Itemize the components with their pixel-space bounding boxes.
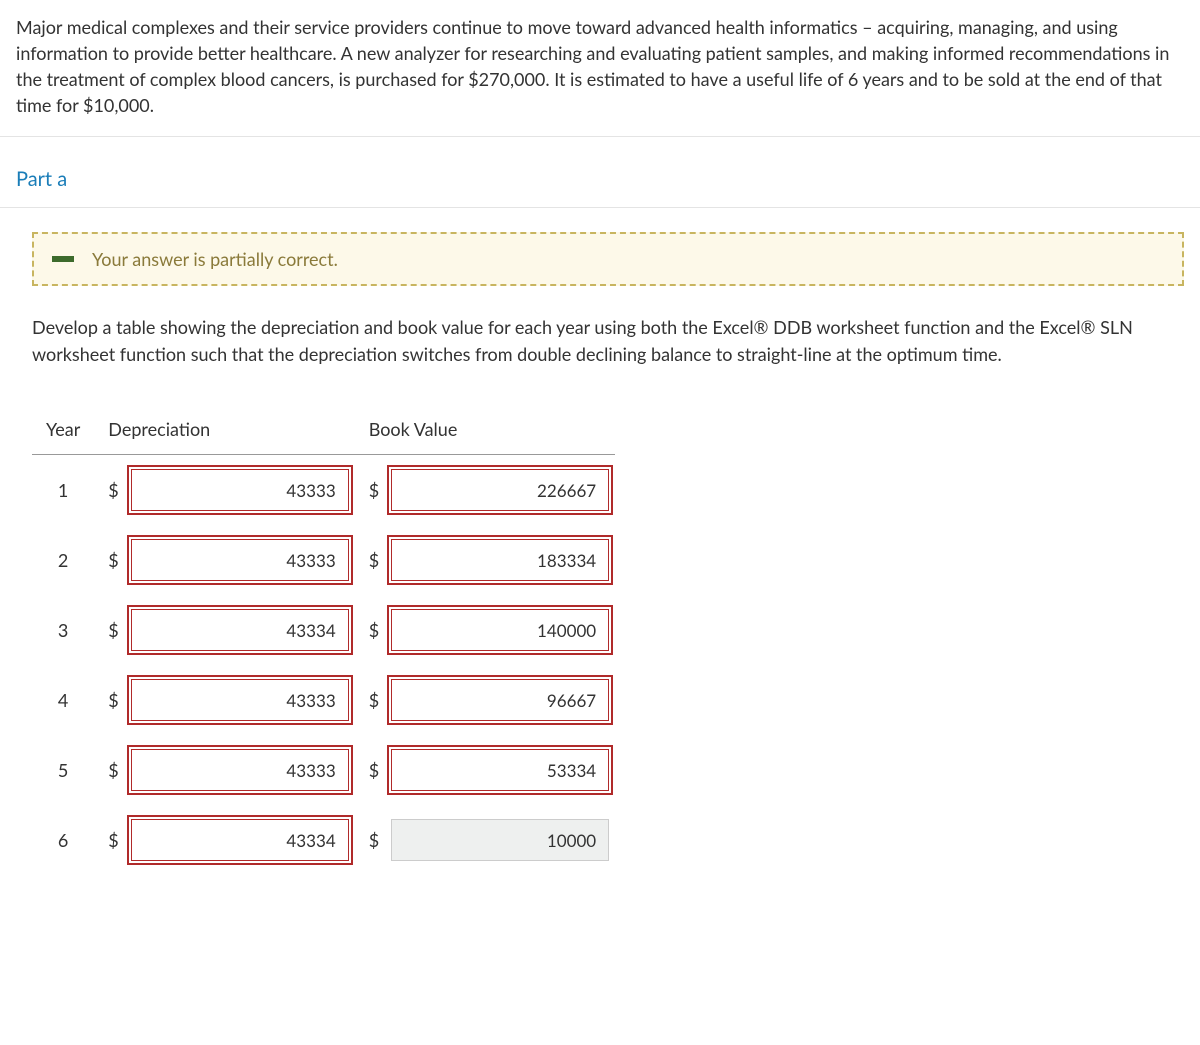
year-cell: 6 <box>32 805 94 875</box>
table-row: 6$$ <box>32 805 615 875</box>
year-cell: 3 <box>32 595 94 665</box>
currency-symbol: $ <box>94 455 124 526</box>
table-row: 3$$ <box>32 595 615 665</box>
depreciation-input[interactable] <box>131 819 349 861</box>
currency-symbol: $ <box>355 665 385 735</box>
currency-symbol: $ <box>94 805 124 875</box>
part-content: Your answer is partially correct. Develo… <box>0 208 1200 915</box>
problem-statement: Major medical complexes and their servic… <box>0 0 1200 137</box>
currency-symbol: $ <box>94 525 124 595</box>
year-cell: 2 <box>32 525 94 595</box>
table-row: 1$$ <box>32 455 615 526</box>
table-row: 5$$ <box>32 735 615 805</box>
book-value-input[interactable] <box>391 469 609 511</box>
depreciation-input[interactable] <box>131 469 349 511</box>
depreciation-input[interactable] <box>131 749 349 791</box>
feedback-text: Your answer is partially correct. <box>92 248 338 270</box>
year-cell: 5 <box>32 735 94 805</box>
year-cell: 1 <box>32 455 94 526</box>
depreciation-table: Year Depreciation Book Value 1$$2$$3$$4$… <box>32 408 615 875</box>
year-cell: 4 <box>32 665 94 735</box>
currency-symbol: $ <box>94 595 124 665</box>
book-value-input[interactable] <box>391 539 609 581</box>
currency-symbol: $ <box>355 525 385 595</box>
currency-symbol: $ <box>94 735 124 805</box>
instructions-text: Develop a table showing the depreciation… <box>32 314 1184 368</box>
currency-symbol: $ <box>355 805 385 875</box>
col-year: Year <box>32 408 94 455</box>
currency-symbol: $ <box>355 455 385 526</box>
table-row: 2$$ <box>32 525 615 595</box>
minus-icon <box>52 256 74 262</box>
book-value-input[interactable] <box>391 749 609 791</box>
part-label: Part a <box>0 137 1200 208</box>
currency-symbol: $ <box>355 735 385 805</box>
currency-symbol: $ <box>94 665 124 735</box>
col-book-value: Book Value <box>355 408 615 455</box>
table-row: 4$$ <box>32 665 615 735</box>
depreciation-input[interactable] <box>131 679 349 721</box>
book-value-input[interactable] <box>391 679 609 721</box>
depreciation-input[interactable] <box>131 539 349 581</box>
feedback-banner: Your answer is partially correct. <box>32 232 1184 286</box>
book-value-input[interactable] <box>391 609 609 651</box>
book-value-input[interactable] <box>391 819 609 861</box>
currency-symbol: $ <box>355 595 385 665</box>
col-depreciation: Depreciation <box>94 408 354 455</box>
depreciation-input[interactable] <box>131 609 349 651</box>
